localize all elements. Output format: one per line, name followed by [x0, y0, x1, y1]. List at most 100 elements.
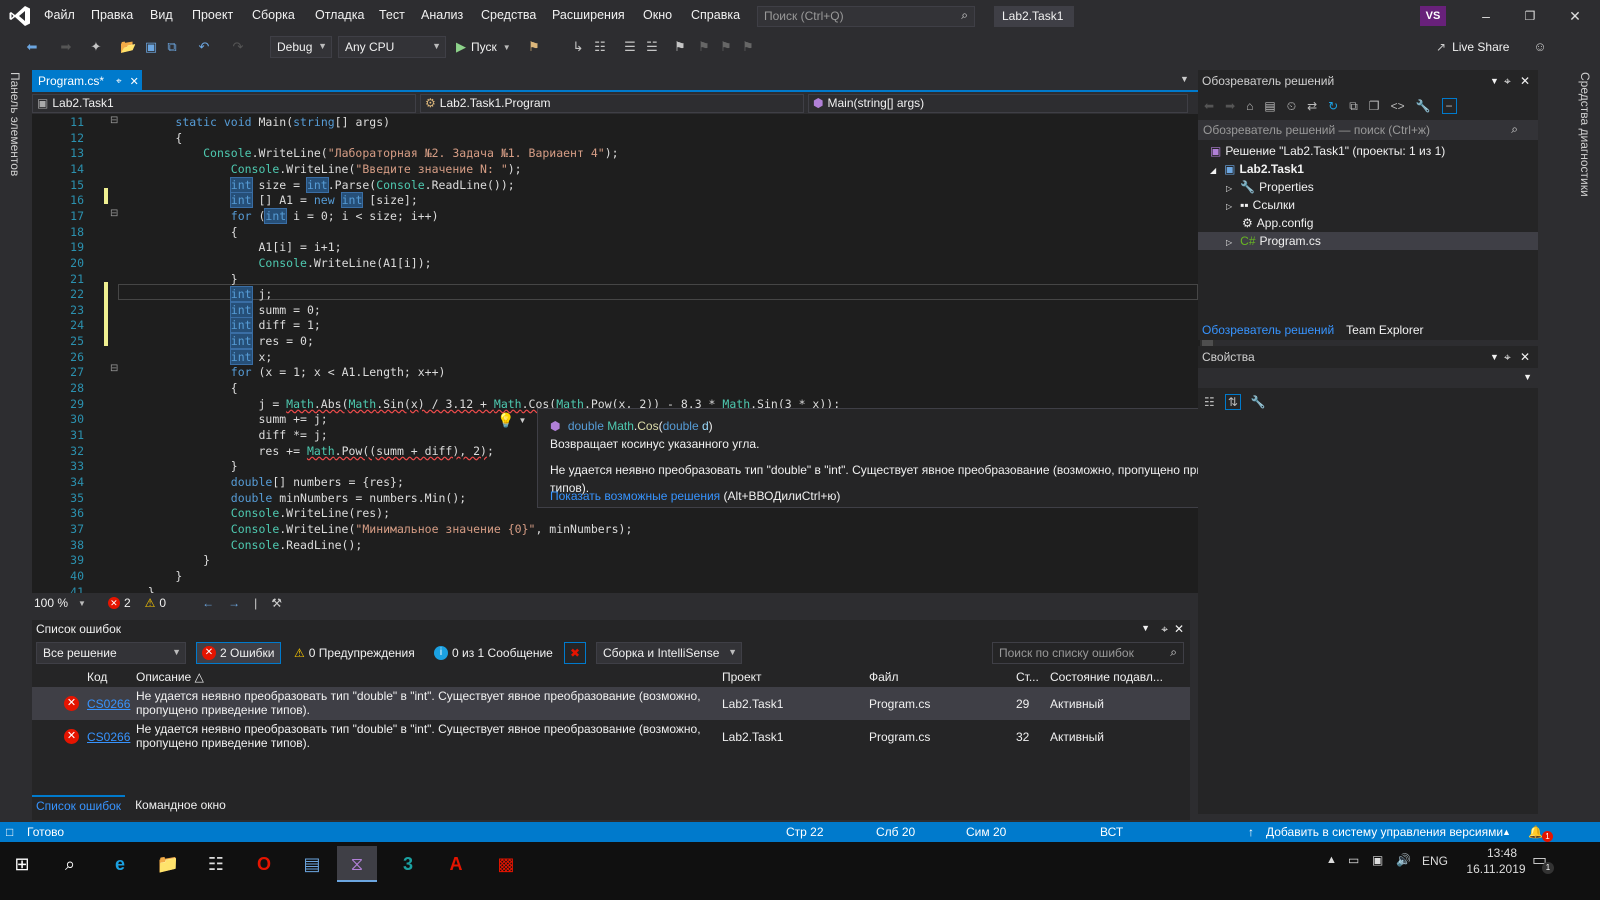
menu-help[interactable]: Справка: [691, 8, 740, 22]
chevron-down-icon[interactable]: ▼: [1490, 352, 1499, 362]
forward-icon[interactable]: ➡: [1225, 99, 1235, 113]
code-line[interactable]: static void Main(string[] args): [120, 115, 390, 129]
chevron-down-icon[interactable]: ▼: [1141, 623, 1150, 633]
code-line[interactable]: }: [120, 459, 238, 473]
error-code-link[interactable]: CS0266: [87, 730, 130, 744]
project-dropdown[interactable]: ▣ Lab2.Task1: [32, 94, 416, 113]
minimize-icon[interactable]: ‒: [1476, 6, 1496, 26]
column-suppression[interactable]: Состояние подавл...: [1050, 667, 1163, 687]
code-line[interactable]: int res = 0;: [120, 333, 314, 350]
code-line[interactable]: Console.ReadLine();: [120, 538, 363, 552]
live-share-button[interactable]: ↗ Live Share: [1436, 40, 1509, 54]
warning-icon[interactable]: ⚠: [145, 596, 156, 610]
error-search-input[interactable]: Поиск по списку ошибок ⌕: [992, 642, 1184, 664]
config-dropdown[interactable]: Debug ▼: [270, 36, 332, 58]
step-icon[interactable]: ↳: [570, 39, 586, 55]
code-line[interactable]: Console.WriteLine(A1[i]);: [120, 256, 431, 270]
close-window-icon[interactable]: ✕: [1565, 6, 1585, 26]
code-editor[interactable]: ⊟ ⊟ ⊟ 11 static void Main(string[] args)…: [32, 114, 1215, 606]
cleanup-icon[interactable]: ⚒: [271, 596, 282, 610]
solution-node[interactable]: ▣ Решение "Lab2.Task1" (проекты: 1 из 1): [1210, 144, 1445, 158]
warnings-filter-button[interactable]: ⚠ 0 Предупреждения: [288, 642, 421, 664]
alphabetical-icon[interactable]: ⇅: [1224, 394, 1241, 410]
chevron-up-icon[interactable]: ▲: [1326, 854, 1337, 866]
tab-command-window[interactable]: Командное окно: [131, 796, 230, 814]
collapse-all-icon[interactable]: ⧉: [1349, 99, 1358, 114]
opera-browser-icon[interactable]: O: [244, 846, 284, 882]
errors-filter-button[interactable]: ✕ 2 Ошибки: [196, 642, 281, 664]
prev-issue-icon[interactable]: ←: [202, 596, 214, 610]
notes-app-icon[interactable]: ▤: [292, 846, 332, 882]
platform-dropdown[interactable]: Any CPU ▼: [338, 36, 446, 58]
switch-views-icon[interactable]: ▤: [1264, 99, 1275, 113]
chevron-down-icon[interactable]: ▼: [1490, 76, 1499, 86]
feedback-icon[interactable]: ☺: [1532, 39, 1548, 55]
add-to-source-control[interactable]: Добавить в систему управления версиями: [1266, 825, 1503, 839]
solution-search-input[interactable]: Обозреватель решений — поиск (Ctrl+ж) ⌕: [1198, 120, 1538, 140]
menu-test[interactable]: Тест: [379, 8, 405, 22]
close-tab-icon[interactable]: ✕: [130, 75, 139, 88]
tab-error-list[interactable]: Список ошибок: [32, 795, 126, 815]
view-code-icon[interactable]: <>: [1391, 99, 1405, 113]
start-button[interactable]: ▶ Пуск ▼: [456, 39, 511, 55]
next-issue-icon[interactable]: →: [228, 596, 240, 610]
code-line[interactable]: {: [120, 381, 238, 395]
refresh-icon[interactable]: ↻: [1328, 99, 1338, 113]
code-line[interactable]: }: [120, 553, 210, 567]
preview-icon[interactable]: −: [1441, 98, 1457, 114]
diagnostics-tab[interactable]: Средства диагностики: [1578, 72, 1592, 197]
menu-analyze[interactable]: Анализ: [421, 8, 463, 22]
close-icon[interactable]: ✕: [1520, 74, 1530, 88]
table-row[interactable]: ✕ CS0266 Не удается неявно преобразовать…: [32, 720, 1190, 753]
app-3-icon[interactable]: 3: [388, 846, 428, 882]
network-icon[interactable]: ▣: [1372, 853, 1383, 867]
collapse-icon[interactable]: ⊟: [110, 363, 118, 374]
visual-studio-logo-icon[interactable]: [8, 4, 32, 28]
volume-icon[interactable]: 🔊: [1396, 853, 1411, 867]
visual-studio-taskbar-icon[interactable]: ⧖: [337, 846, 377, 882]
save-icon[interactable]: ▣: [143, 39, 159, 55]
table-row[interactable]: ✕ CS0266 Не удается неявно преобразовать…: [32, 687, 1190, 720]
close-icon[interactable]: ✕: [1174, 622, 1184, 636]
code-line[interactable]: int x;: [120, 348, 272, 365]
home-icon[interactable]: ⌂: [1246, 99, 1253, 113]
code-line[interactable]: Console.WriteLine("Лабораторная №2. Зада…: [120, 146, 618, 160]
show-fixes-link[interactable]: Показать возможные решения: [550, 489, 720, 503]
code-line[interactable]: int summ = 0;: [120, 301, 321, 318]
prev-bookmark-icon[interactable]: ⚑: [696, 39, 712, 55]
pending-changes-icon[interactable]: ⏲: [1287, 99, 1296, 114]
calculator-icon[interactable]: ☷: [196, 846, 236, 882]
clock-date[interactable]: 16.11.2019: [1456, 862, 1536, 876]
save-all-icon[interactable]: ⧉: [164, 39, 180, 55]
restore-icon[interactable]: ❐: [1520, 6, 1540, 26]
categorized-icon[interactable]: ☷: [1204, 395, 1215, 409]
menu-extensions[interactable]: Расширения: [552, 8, 625, 22]
zoom-level[interactable]: 100 %: [34, 596, 68, 610]
code-line[interactable]: int [] A1 = new int [size];: [120, 192, 418, 209]
tree-item-program-cs[interactable]: ▷ C# Program.cs: [1226, 234, 1321, 248]
input-language[interactable]: ENG: [1422, 854, 1448, 868]
type-dropdown[interactable]: ⚙ Lab2.Task1.Program: [420, 94, 804, 113]
tab-team-explorer[interactable]: Team Explorer: [1342, 321, 1427, 339]
pin-icon[interactable]: ⌖: [1504, 350, 1511, 365]
column-description[interactable]: Описание △: [136, 667, 204, 687]
pin-icon[interactable]: ⌖: [116, 76, 122, 87]
tree-item-references[interactable]: ▷ ▪▪ Ссылки: [1226, 198, 1295, 212]
project-node[interactable]: ◢ ▣ Lab2.Task1: [1210, 162, 1304, 176]
messages-filter-button[interactable]: i 0 из 1 Сообщение: [428, 642, 559, 664]
error-icon[interactable]: ✕: [107, 597, 120, 609]
battery-icon[interactable]: ▭: [1348, 853, 1359, 867]
uncomment-icon[interactable]: ☱: [644, 39, 660, 55]
next-bookmark-icon[interactable]: ⚑: [718, 39, 734, 55]
code-line[interactable]: }: [120, 272, 238, 286]
menu-debug[interactable]: Отладка: [315, 8, 364, 22]
notification-bell-icon[interactable]: 🔔: [1528, 825, 1543, 839]
clear-bookmarks-icon[interactable]: ⚑: [740, 39, 756, 55]
code-line[interactable]: Console.WriteLine(res);: [120, 506, 390, 520]
code-line[interactable]: int j;: [120, 286, 272, 303]
column-project[interactable]: Проект: [722, 667, 762, 687]
back-icon[interactable]: ⬅: [1204, 99, 1214, 113]
undo-icon[interactable]: ↶: [196, 39, 212, 55]
build-filter-icon[interactable]: ✖: [564, 642, 586, 664]
edge-browser-icon[interactable]: e: [100, 846, 140, 882]
